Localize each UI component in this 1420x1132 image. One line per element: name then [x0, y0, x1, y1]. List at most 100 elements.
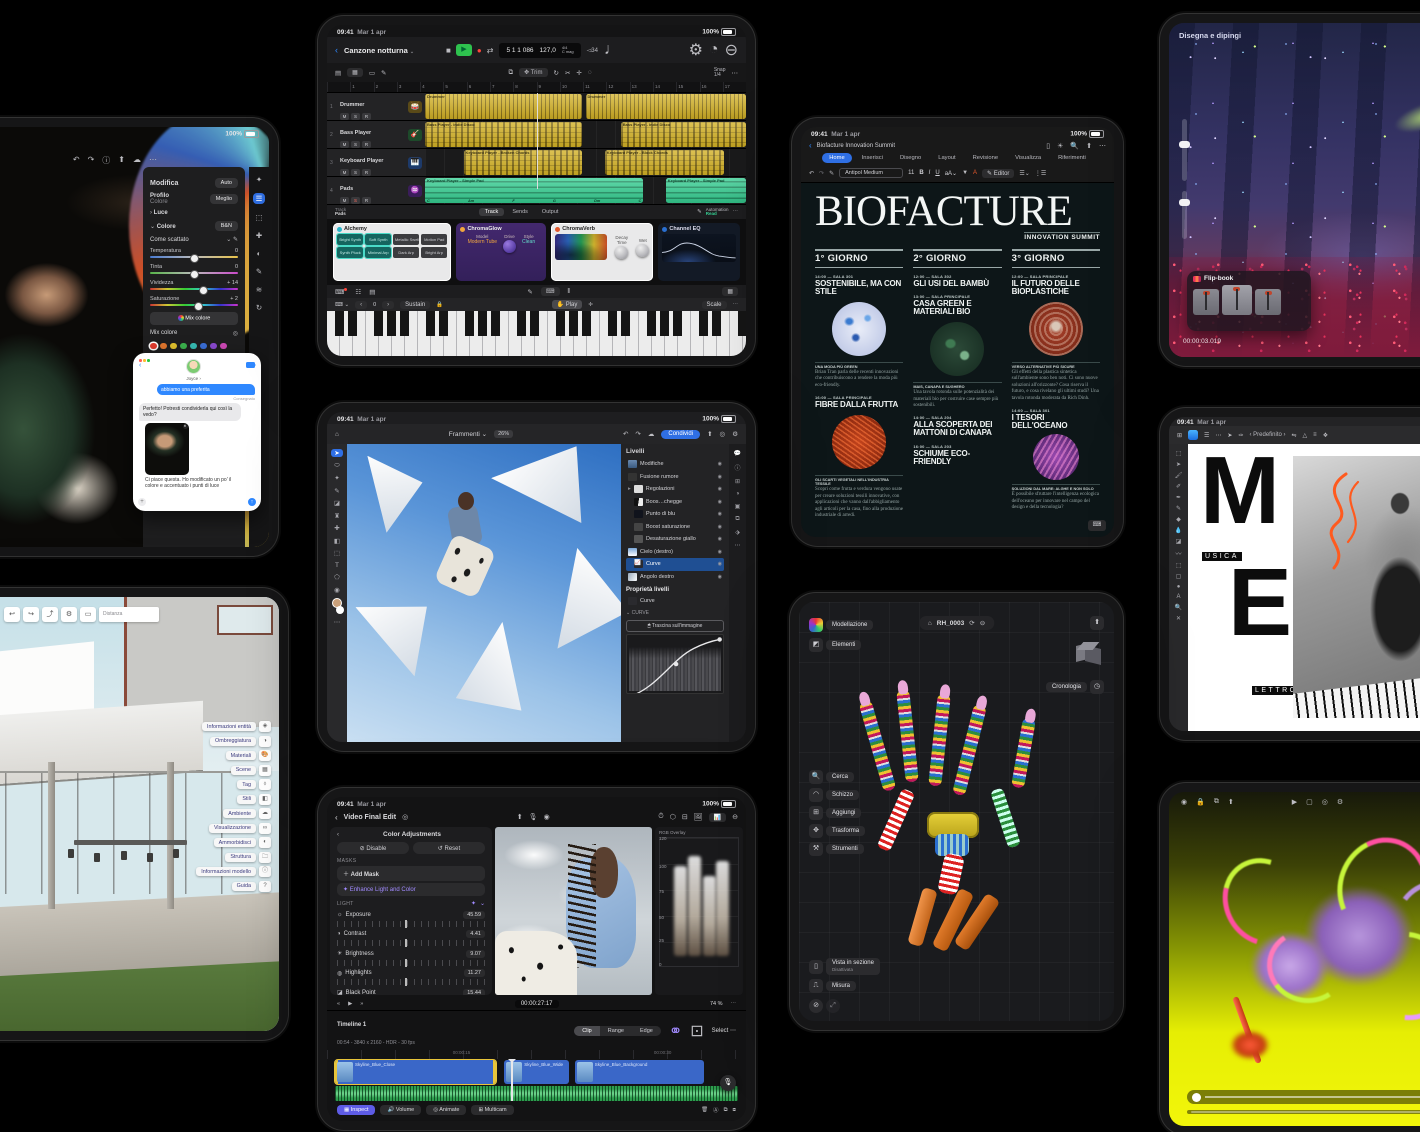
visibility-icon[interactable]: ◉	[718, 536, 722, 542]
arp-icon[interactable]: ✛	[588, 302, 593, 308]
elements-mode[interactable]: ◩ Elementi	[809, 638, 861, 652]
play-button[interactable]: ▶	[456, 44, 472, 56]
exposure-slider[interactable]: ☼Exposure45.59	[337, 911, 485, 927]
blackpoint-slider[interactable]: ◪Black Point15.44	[337, 989, 485, 996]
tags-icon[interactable]: ⬨	[259, 779, 271, 790]
octave-up[interactable]: ›	[382, 301, 394, 309]
multicam-button[interactable]: ⊞ Multicam	[471, 1105, 513, 1115]
node-tool-icon[interactable]: ✑	[1238, 432, 1243, 439]
curves-editor[interactable]	[626, 634, 724, 694]
info-icon[interactable]: ⓘ	[102, 155, 110, 166]
mixer-icon[interactable]: ▦	[347, 68, 363, 77]
crop-tool[interactable]: ⬚	[1176, 562, 1182, 569]
flipbook-panel[interactable]: Flip-book	[1187, 271, 1311, 331]
media-icon[interactable]: 🖼	[694, 813, 703, 821]
outliner-icon[interactable]: 🗀	[259, 852, 271, 863]
distance-field[interactable]: Distanza	[99, 607, 159, 622]
document-page[interactable]: BIOFACTURE INNOVATION SUMMIT 1° GIORNO 1…	[801, 183, 1114, 537]
record-icon[interactable]: ●	[477, 46, 482, 55]
tab-review[interactable]: Revisione	[966, 153, 1005, 163]
visibility-icon[interactable]: ◉	[718, 549, 722, 555]
slider-knob[interactable]	[199, 286, 208, 295]
more-icon[interactable]: ⋯	[735, 542, 741, 549]
contrast-slider[interactable]: ◑Contrast4.41	[337, 930, 485, 946]
region-pads-2[interactable]: Keyboard Player - Simple Pad	[666, 178, 746, 203]
slider-knob[interactable]	[190, 270, 199, 279]
temperature-slider[interactable]: Temperatura0	[150, 248, 238, 258]
bold-button[interactable]: B	[919, 170, 923, 176]
gradient-tool[interactable]: ◧	[334, 537, 340, 545]
slider-knob[interactable]	[1179, 141, 1190, 148]
auto-button[interactable]: Auto	[215, 178, 238, 188]
retime-icon[interactable]: ⏱	[658, 813, 663, 821]
viewer[interactable]	[495, 827, 652, 995]
layer-row-selected[interactable]: 📈Curve◉	[626, 558, 724, 571]
flip-v-icon[interactable]: △	[1303, 432, 1308, 439]
crop-tool[interactable]: ⬚	[334, 549, 340, 557]
quick-select-tool[interactable]: ✦	[334, 474, 339, 482]
metronome-icon[interactable]: ♩	[604, 41, 620, 59]
animate-button[interactable]: ◎ Animate	[426, 1105, 466, 1115]
more-icon[interactable]: ⋯	[731, 1001, 737, 1007]
drag-on-image-button[interactable]: 🖱 Trascina sull'immagine	[626, 620, 724, 632]
mobile-view-icon[interactable]: ▯	[1046, 142, 1050, 150]
trim-tool[interactable]: ✥ Trim	[519, 68, 547, 77]
brightness-slider[interactable]: ☀Brightness9.07	[337, 950, 485, 966]
background-color[interactable]	[336, 606, 344, 614]
brush-icon[interactable]: ✎	[256, 267, 262, 276]
close-icon[interactable]: ✕	[1176, 615, 1181, 622]
adjustment-icon[interactable]: ◑	[736, 491, 740, 497]
visibility-icon[interactable]: ◉	[718, 486, 722, 492]
more-icon[interactable]: ⋯	[149, 155, 157, 166]
back-icon[interactable]: ‹	[335, 813, 338, 822]
alchemy-pad[interactable]: Synth Pluck	[337, 247, 363, 258]
scenes-icon[interactable]: ▦	[259, 765, 271, 776]
profile-value-button[interactable]: Meglio	[210, 194, 238, 204]
mix-color-button[interactable]: Mix colore	[150, 312, 238, 325]
magenta-dot[interactable]	[220, 343, 227, 350]
curve-section-header[interactable]: ⌄ CURVE	[626, 610, 724, 616]
ellipse-tool[interactable]: ●	[1177, 584, 1181, 590]
boolean-icon[interactable]: ❖	[1323, 432, 1328, 439]
play-icon[interactable]: ▶	[1292, 798, 1297, 806]
light-section-row[interactable]: › Luce	[150, 210, 238, 216]
collapse-icon[interactable]: ⌄	[480, 900, 485, 907]
add-layer-icon[interactable]: ⊞	[735, 478, 740, 485]
record-enable-button[interactable]: R	[362, 113, 371, 120]
skip-fwd-icon[interactable]: »	[360, 1001, 363, 1007]
layer-row[interactable]: Modifiche◉	[626, 458, 724, 471]
send-button[interactable]: ↑	[248, 498, 256, 506]
pads-icon[interactable]: ♒	[408, 185, 422, 197]
piano-keyboard[interactable]	[327, 311, 746, 356]
audio-track[interactable]	[335, 1086, 738, 1101]
layer-row[interactable]: Boost saturazione◉	[626, 521, 724, 534]
settings-icon[interactable]: ⚙	[689, 40, 703, 60]
inspect-button[interactable]: ▦ Inspect	[337, 1105, 375, 1115]
sketch-tool[interactable]: ◠Schizzo	[809, 788, 859, 802]
fx-icon[interactable]: ⧉	[735, 516, 739, 523]
entity-info-icon[interactable]: ◈	[259, 721, 271, 732]
pencil-icon[interactable]: ✎	[697, 209, 702, 215]
plugin-alchemy[interactable]: Alchemy Bright Synth Soft Synth Metallic…	[333, 223, 451, 281]
clone-tool[interactable]: ♜	[334, 512, 340, 520]
cursor-tool[interactable]: ⬚	[1176, 450, 1182, 457]
export-icon[interactable]: ⬆	[1090, 616, 1104, 630]
close-icon[interactable]: ✕	[183, 424, 188, 429]
camera-icon[interactable]: ◎	[1322, 798, 1328, 806]
soften-icon[interactable]: ◐	[259, 837, 271, 848]
home-icon[interactable]: ⌂	[335, 431, 339, 438]
clip[interactable]: Skyline_Blue_Background	[575, 1060, 704, 1084]
photo-attachment[interactable]: ✕	[145, 423, 189, 475]
mute-button[interactable]: M	[340, 197, 349, 204]
keyboard-icon[interactable]: 🎹	[408, 157, 422, 169]
region-keys-1[interactable]: Keyboard Player - Broken Chords	[464, 150, 583, 175]
erase-icon[interactable]: ◌	[588, 69, 592, 76]
healing-tool[interactable]: ✚	[334, 524, 339, 532]
timeline-ruler[interactable]: 00:00:15 00:00:30	[327, 1050, 746, 1059]
back-icon[interactable]: ‹	[139, 362, 141, 369]
presets-icon[interactable]: ✦	[256, 175, 262, 184]
camera-aperture-icon[interactable]: ◉	[1181, 798, 1187, 806]
solo-button[interactable]: S	[351, 141, 360, 148]
redo-icon[interactable]: ↷	[819, 170, 824, 177]
more-icon[interactable]: ⋯	[1099, 142, 1106, 150]
